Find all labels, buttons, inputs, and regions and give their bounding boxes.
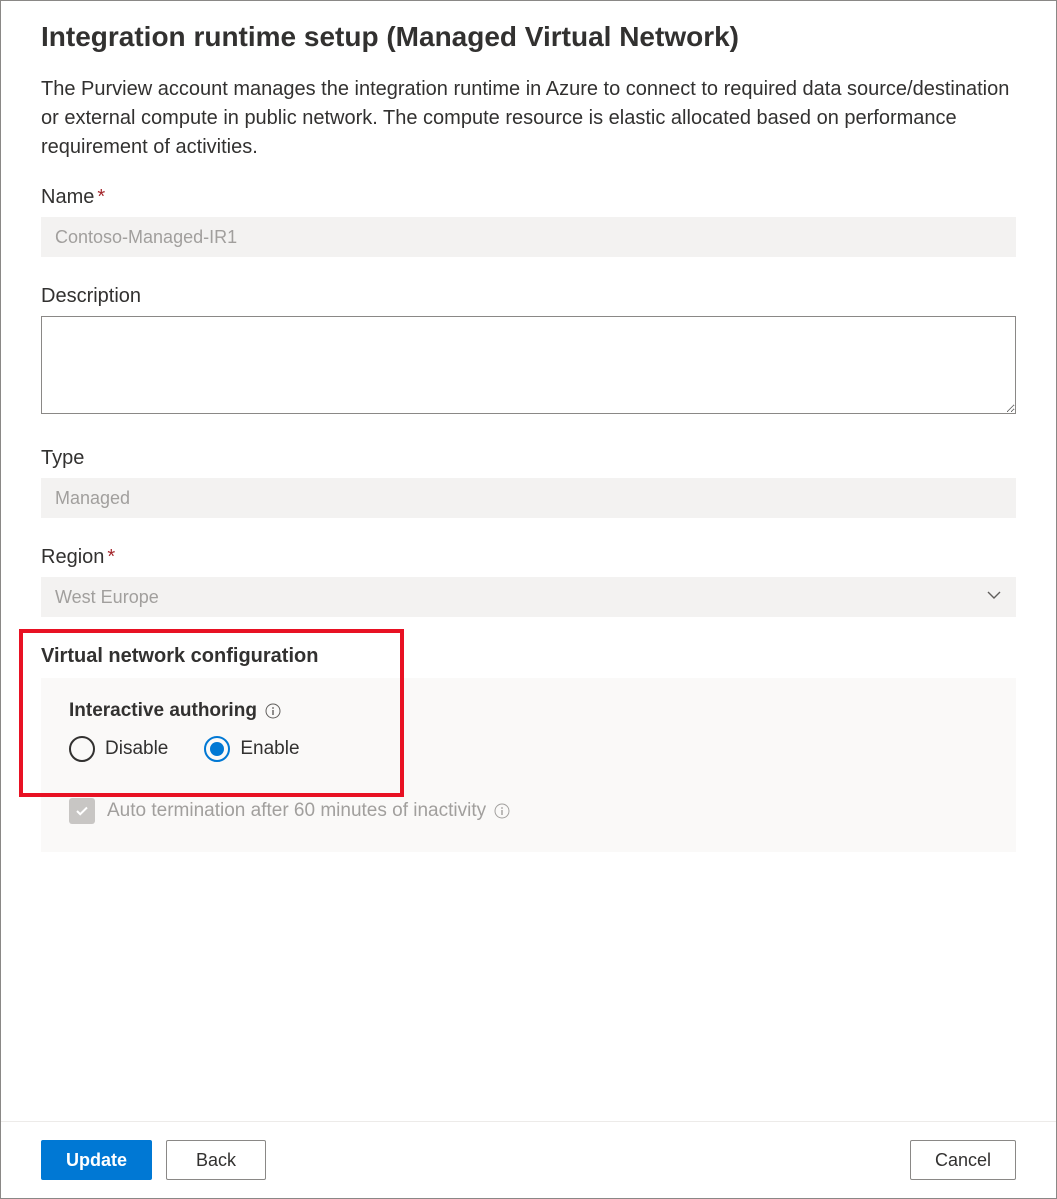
footer: Update Back Cancel (1, 1121, 1056, 1198)
region-label: Region* (41, 546, 1016, 569)
name-input[interactable] (41, 217, 1016, 257)
name-field-group: Name* (41, 186, 1016, 257)
radio-disable[interactable]: Disable (69, 736, 168, 762)
vnet-panel: Interactive authoring Disable Enable (41, 678, 1016, 852)
auto-termination-text: Auto termination after 60 minutes of ina… (107, 800, 486, 822)
interactive-authoring-label: Interactive authoring (69, 700, 257, 722)
name-label-text: Name (41, 186, 94, 208)
type-field-group: Type (41, 447, 1016, 518)
radio-disable-label: Disable (105, 738, 168, 760)
chevron-down-icon (986, 587, 1002, 608)
interactive-authoring-radios: Disable Enable (69, 736, 988, 762)
page-title: Integration runtime setup (Managed Virtu… (41, 21, 1016, 53)
update-button[interactable]: Update (41, 1140, 152, 1180)
required-asterisk: * (107, 546, 115, 568)
description-label: Description (41, 285, 1016, 308)
radio-dot-icon (210, 742, 224, 756)
radio-circle-icon (69, 736, 95, 762)
region-label-text: Region (41, 546, 104, 568)
auto-termination-row: Auto termination after 60 minutes of ina… (69, 798, 988, 824)
vnet-section: Virtual network configuration Interactiv… (41, 645, 1016, 852)
description-field-group: Description (41, 285, 1016, 419)
intro-text: The Purview account manages the integrat… (41, 75, 1016, 162)
required-asterisk: * (97, 186, 105, 208)
radio-circle-selected-icon (204, 736, 230, 762)
vnet-section-title: Virtual network configuration (41, 645, 1016, 668)
region-select[interactable]: West Europe (41, 577, 1016, 617)
region-field-group: Region* West Europe (41, 546, 1016, 617)
region-value: West Europe (55, 587, 159, 608)
info-icon[interactable] (265, 703, 281, 719)
description-textarea[interactable] (41, 316, 1016, 414)
radio-enable-label: Enable (240, 738, 299, 760)
cancel-button[interactable]: Cancel (910, 1140, 1016, 1180)
type-input (41, 478, 1016, 518)
info-icon[interactable] (494, 803, 510, 819)
radio-enable[interactable]: Enable (204, 736, 299, 762)
interactive-authoring-title: Interactive authoring (69, 700, 988, 722)
back-button[interactable]: Back (166, 1140, 266, 1180)
auto-termination-label: Auto termination after 60 minutes of ina… (107, 800, 510, 822)
type-label: Type (41, 447, 1016, 470)
name-label: Name* (41, 186, 1016, 209)
checkbox-checked-disabled-icon (69, 798, 95, 824)
